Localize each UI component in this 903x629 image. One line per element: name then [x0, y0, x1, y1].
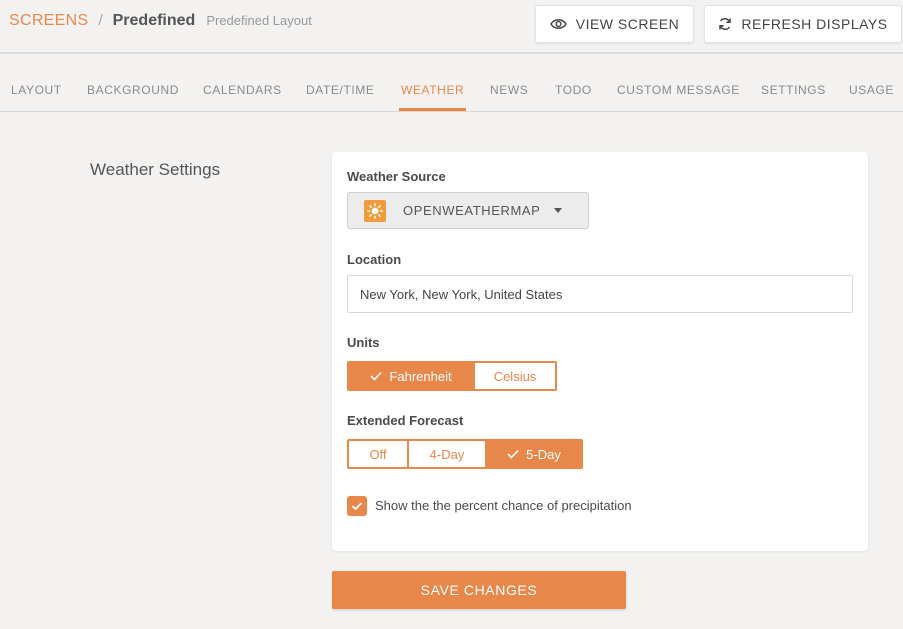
location-label: Location	[347, 252, 402, 267]
location-input[interactable]	[347, 275, 853, 313]
tab-news[interactable]: NEWS	[490, 83, 528, 97]
breadcrumb-screens-link[interactable]: SCREENS	[9, 12, 88, 30]
check-icon	[370, 371, 383, 381]
save-changes-button[interactable]: SAVE CHANGES	[332, 571, 626, 609]
weather-source-label: Weather Source	[347, 169, 446, 184]
tab-weather[interactable]: WEATHER	[401, 83, 464, 97]
tab-usage[interactable]: USAGE	[849, 83, 894, 97]
tab-todo[interactable]: TODO	[555, 83, 592, 97]
view-screen-button[interactable]: VIEW SCREEN	[535, 5, 694, 43]
extended-forecast-label: Extended Forecast	[347, 413, 464, 428]
eye-icon	[549, 19, 567, 29]
sun-icon	[364, 199, 386, 222]
page-title: Predefined	[112, 12, 196, 29]
forecast-4-day-label: 4-Day	[429, 446, 465, 462]
tab-layout[interactable]: LAYOUT	[11, 83, 62, 97]
weather-settings-card: Weather Source OPENWEATHERMAP Location N…	[332, 152, 868, 551]
units-label: Units	[347, 335, 380, 350]
view-screen-label: VIEW SCREEN	[575, 16, 680, 32]
section-title: Weather Settings	[90, 160, 221, 179]
tab-bar: LAYOUT BACKGROUND CALENDARS DATE/TIME WE…	[0, 54, 903, 112]
refresh-icon	[719, 17, 732, 31]
forecast-5-day-button[interactable]: 5-Day	[485, 441, 581, 467]
weather-source-dropdown[interactable]: OPENWEATHERMAP	[347, 192, 589, 229]
caret-down-icon	[554, 208, 563, 213]
units-celsius-button[interactable]: Celsius	[473, 363, 555, 389]
precipitation-checkbox[interactable]	[347, 496, 367, 516]
precipitation-checkbox-label[interactable]: Show the the percent chance of precipita…	[375, 498, 632, 513]
breadcrumb: SCREENS / Predefined Predefined Layout	[9, 12, 312, 30]
units-fahrenheit-button[interactable]: Fahrenheit	[349, 363, 473, 389]
check-icon	[507, 449, 519, 459]
units-fahrenheit-label: Fahrenheit	[389, 368, 452, 384]
tab-custom-message[interactable]: CUSTOM MESSAGE	[617, 83, 740, 97]
check-icon	[351, 502, 363, 511]
breadcrumb-separator: /	[98, 12, 103, 29]
units-celsius-label: Celsius	[493, 368, 537, 384]
units-toggle-group: Fahrenheit Celsius	[347, 361, 557, 391]
tab-settings[interactable]: SETTINGS	[761, 83, 826, 97]
header: SCREENS / Predefined Predefined Layout V…	[0, 0, 903, 54]
tab-background[interactable]: BACKGROUND	[87, 83, 179, 97]
forecast-4-day-button[interactable]: 4-Day	[407, 441, 485, 467]
refresh-displays-label: REFRESH DISPLAYS	[741, 16, 888, 32]
active-tab-indicator	[399, 108, 466, 111]
forecast-off-button[interactable]: Off	[349, 441, 407, 467]
refresh-displays-button[interactable]: REFRESH DISPLAYS	[704, 5, 902, 43]
page-subtitle: Predefined Layout	[206, 13, 312, 28]
forecast-off-label: Off	[369, 446, 387, 462]
forecast-toggle-group: Off 4-Day 5-Day	[347, 439, 583, 469]
tab-date-time[interactable]: DATE/TIME	[306, 83, 375, 97]
tab-calendars[interactable]: CALENDARS	[203, 83, 282, 97]
forecast-5-day-label: 5-Day	[526, 446, 561, 462]
weather-source-value: OPENWEATHERMAP	[403, 203, 541, 218]
